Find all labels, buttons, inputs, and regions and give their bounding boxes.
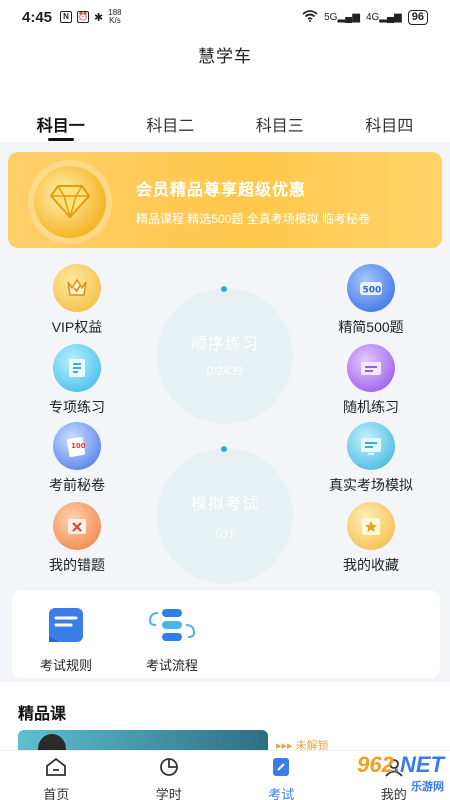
site-watermark: 962.NET 乐游网 [357, 752, 444, 793]
diamond-icon [34, 166, 106, 238]
status-icons: N ⏰ ✱ 188 K/s [60, 9, 122, 25]
signal-5g: 5G▂▄▆ [324, 11, 360, 23]
tab-subject-4[interactable]: 科目四 [344, 112, 434, 136]
wrong-questions-button[interactable]: 我的错题 [22, 502, 132, 575]
battery-indicator: 96 [407, 9, 428, 25]
subject-tabs: 科目一 科目二 科目三 科目四 [0, 112, 450, 141]
exam-flow-button[interactable]: 考试流程 [132, 606, 212, 674]
nav-home[interactable]: 首页 [0, 751, 113, 800]
select-500-button[interactable]: 500 精简500题 [316, 264, 426, 337]
n-icon: N [60, 11, 73, 23]
special-practice-button[interactable]: 专项练习 [22, 344, 132, 417]
exam-icon [273, 758, 290, 776]
svg-text:500: 500 [363, 286, 382, 296]
sequential-practice-button[interactable]: 顺序练习 0/2439 [157, 286, 293, 424]
signal-4g: 4G▂▄▆ [365, 11, 402, 23]
mock-exam-score: 0分 [215, 526, 235, 540]
status-time: 4:45 [22, 8, 53, 26]
document-icon [53, 344, 101, 392]
vip-banner-title: 会员精品尊享超级优惠 [136, 182, 307, 199]
mock-exam-button[interactable]: 模拟考试 0分 [157, 446, 293, 584]
alarm-icon: ⏰ [77, 11, 90, 23]
status-right: 5G▂▄▆ 4G▂▄▆ 96 [302, 9, 428, 25]
wifi-icon [302, 9, 318, 25]
favorites-button[interactable]: 我的收藏 [316, 502, 426, 575]
pie-chart-icon [159, 758, 178, 776]
nav-exam[interactable]: 考试 [225, 751, 338, 800]
course-section-title: 精品课 [18, 706, 67, 723]
star-box-icon [347, 502, 395, 550]
500-badge-icon: 500 [347, 264, 395, 312]
page-title: 慧学车 [198, 47, 252, 66]
vip-banner-subtitle: 精品课程 精选500题 全真考场模拟 临考秘卷 [136, 212, 371, 226]
network-speed: 188 K/s [108, 8, 122, 25]
random-practice-button[interactable]: 随机练习 [316, 344, 426, 417]
vip-banner[interactable]: 会员精品尊享超级优惠 精品课程 精选500题 全真考场模拟 临考秘卷 [8, 152, 442, 248]
real-exam-button[interactable]: 真实考场模拟 [316, 422, 426, 495]
wrong-box-icon [53, 502, 101, 550]
exam-secret-button[interactable]: 100 考前秘卷 [22, 422, 132, 495]
flow-icon [148, 609, 196, 641]
mock-exam-label: 模拟考试 [190, 496, 259, 513]
bluetooth-icon: ✱ [94, 11, 104, 24]
rules-icon [49, 608, 83, 642]
monitor-icon [347, 422, 395, 470]
home-icon [46, 757, 67, 776]
status-bar: 4:45 N ⏰ ✱ 188 K/s 5G▂▄▆ 4G▂▄▆ 96 [0, 0, 450, 34]
tab-subject-3[interactable]: 科目三 [235, 112, 325, 136]
quick-links-card: 考试规则 考试流程 [12, 590, 440, 678]
avatar [38, 734, 66, 750]
tab-subject-1[interactable]: 科目一 [16, 112, 106, 141]
svg-text:100: 100 [71, 442, 86, 450]
feature-grid: VIP权益 专项练习 100 考前秘卷 我的错题 500 精简500题 随机练习 [0, 258, 450, 584]
nav-study-hours[interactable]: 学时 [113, 751, 226, 800]
random-card-icon [347, 344, 395, 392]
crown-icon [53, 264, 101, 312]
exam-rules-button[interactable]: 考试规则 [26, 606, 106, 674]
sequential-practice-label: 顺序练习 [190, 336, 259, 353]
course-card[interactable] [18, 730, 268, 750]
vip-rights-button[interactable]: VIP权益 [22, 264, 132, 337]
tab-subject-2[interactable]: 科目二 [125, 112, 215, 136]
exam-paper-icon: 100 [53, 422, 101, 470]
sequential-practice-progress: 0/2439 [206, 364, 244, 378]
